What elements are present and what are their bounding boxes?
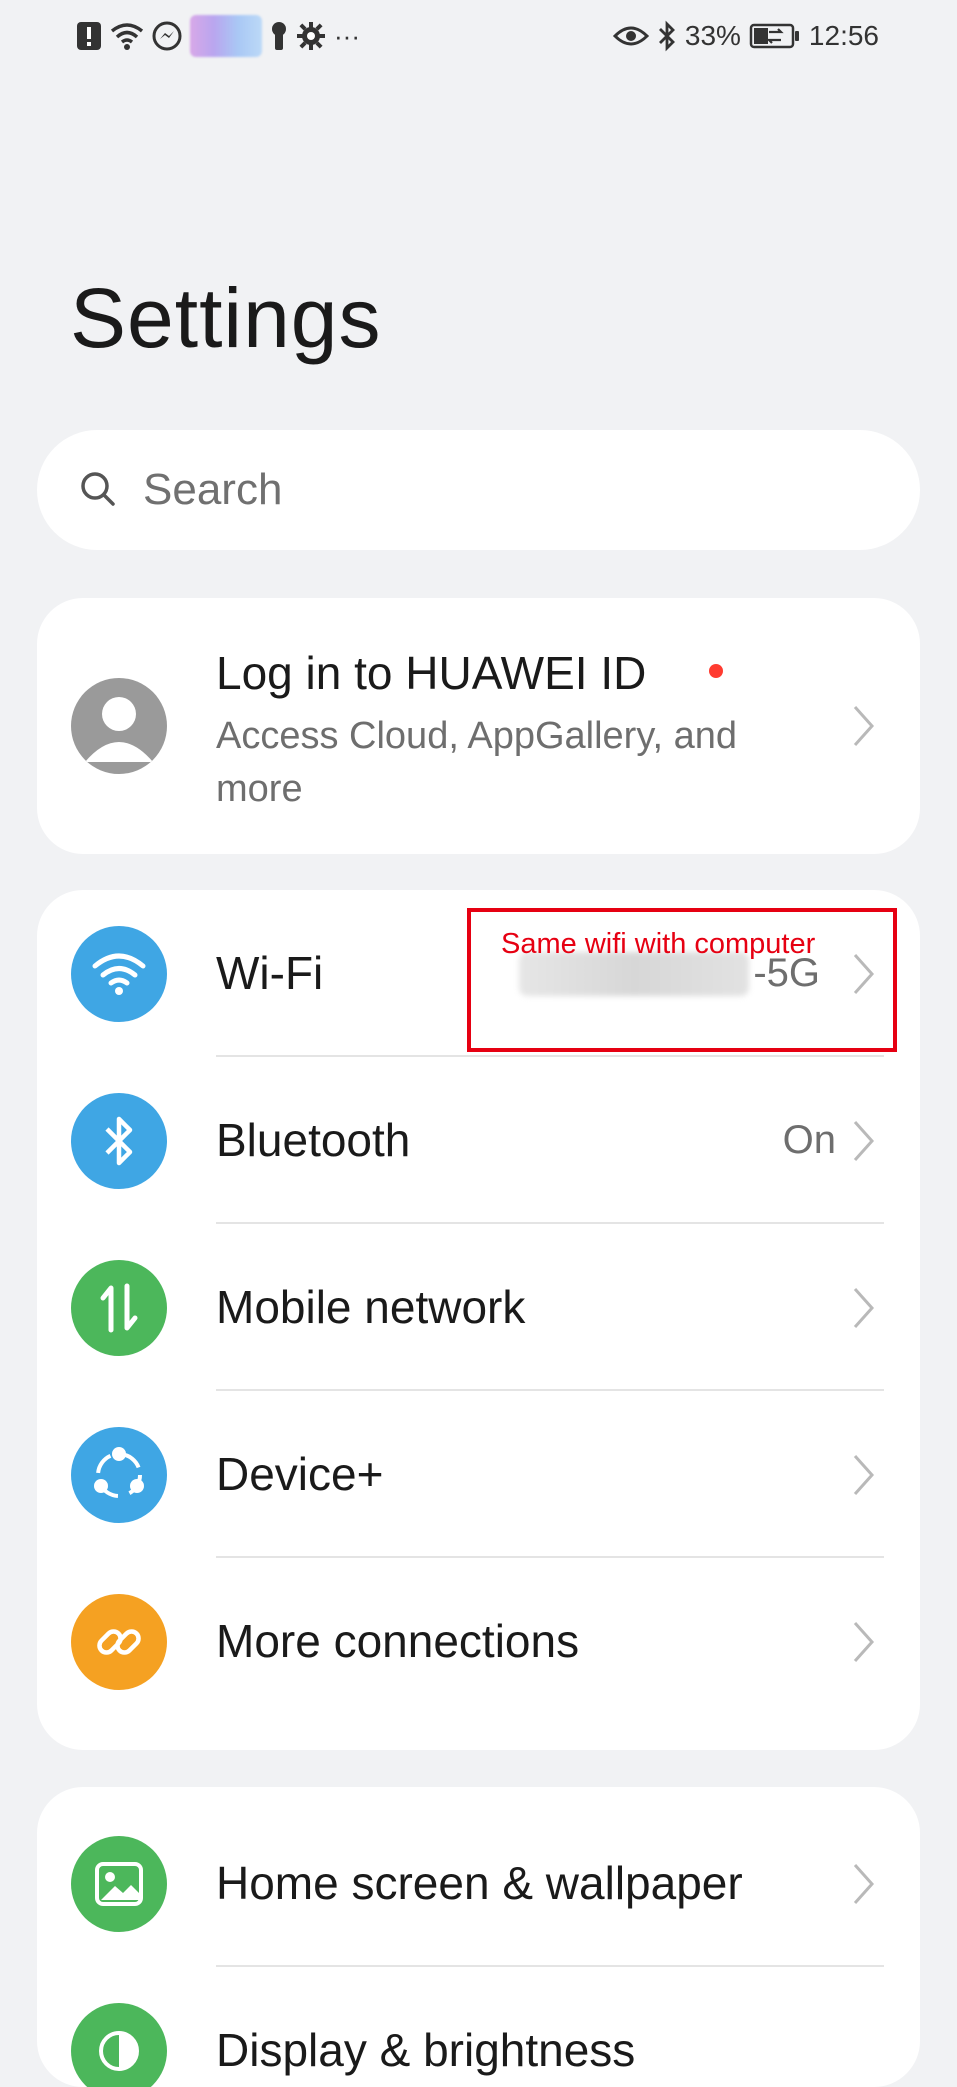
gear-icon [296,21,326,51]
blurred-icon [190,15,262,57]
account-subtitle: Access Cloud, AppGallery, and more [216,715,738,810]
avatar [71,678,167,774]
settings-row-display-brightness[interactable]: Display & brightness [37,1967,920,2087]
chevron-right-icon [853,705,875,747]
chevron-right-icon [853,1287,875,1329]
eye-icon [612,24,649,48]
bluetooth-icon [71,1093,167,1189]
bluetooth-status-icon [657,20,677,52]
row-label: Bluetooth [216,1114,411,1166]
messenger-icon [152,21,182,51]
search-input[interactable] [141,464,845,516]
row-label: Wi-Fi [216,947,324,999]
row-label: Home screen & wallpaper [216,1857,743,1909]
chevron-right-icon [853,1621,875,1663]
clock: 12:56 [808,20,879,51]
alert-icon [76,20,102,52]
battery-charging-icon [749,22,801,50]
page-title: Settings [70,271,382,365]
annotation-box: Same wifi with computer [467,908,897,1052]
settings-row-device-plus[interactable]: Device+ [37,1391,920,1558]
wifi-icon [110,21,144,51]
row-value: On [782,1118,836,1162]
chevron-right-icon [853,1454,875,1496]
row-label: More connections [216,1615,580,1667]
settings-row-mobile-network[interactable]: Mobile network [37,1224,920,1391]
image-icon [71,1836,167,1932]
mobile-data-icon [71,1260,167,1356]
status-left-icons: ··· [76,15,360,57]
device-plus-icon [71,1427,167,1523]
chevron-right-icon [853,1120,875,1162]
status-right-icons: 33% 12:56 [612,18,879,54]
row-label: Mobile network [216,1281,526,1333]
wifi-icon [71,926,167,1022]
account-title: Log in to HUAWEI ID [216,647,647,699]
link-icon [71,1594,167,1690]
brightness-icon [71,2003,167,2087]
row-label: Device+ [216,1448,384,1500]
row-label: Display & brightness [216,2024,636,2076]
annotation-text: Same wifi with computer [501,928,816,960]
more-icon: ··· [334,20,360,51]
settings-row-bluetooth[interactable]: Bluetooth On [37,1057,920,1224]
battery-percent: 33% [684,20,741,51]
settings-row-home-screen[interactable]: Home screen & wallpaper [37,1800,920,1967]
keyhole-icon [270,20,288,52]
chevron-right-icon [853,1863,875,1905]
settings-row-more-connections[interactable]: More connections [37,1558,920,1725]
account-card[interactable]: Log in to HUAWEI ID Access Cloud, AppGal… [37,598,920,854]
notification-dot [709,664,723,678]
search-icon [77,468,121,512]
search-bar[interactable] [37,430,920,550]
status-bar: ··· 33% 12:56 [0,0,957,72]
display-card: Home screen & wallpaper Display & bright… [37,1787,920,2087]
